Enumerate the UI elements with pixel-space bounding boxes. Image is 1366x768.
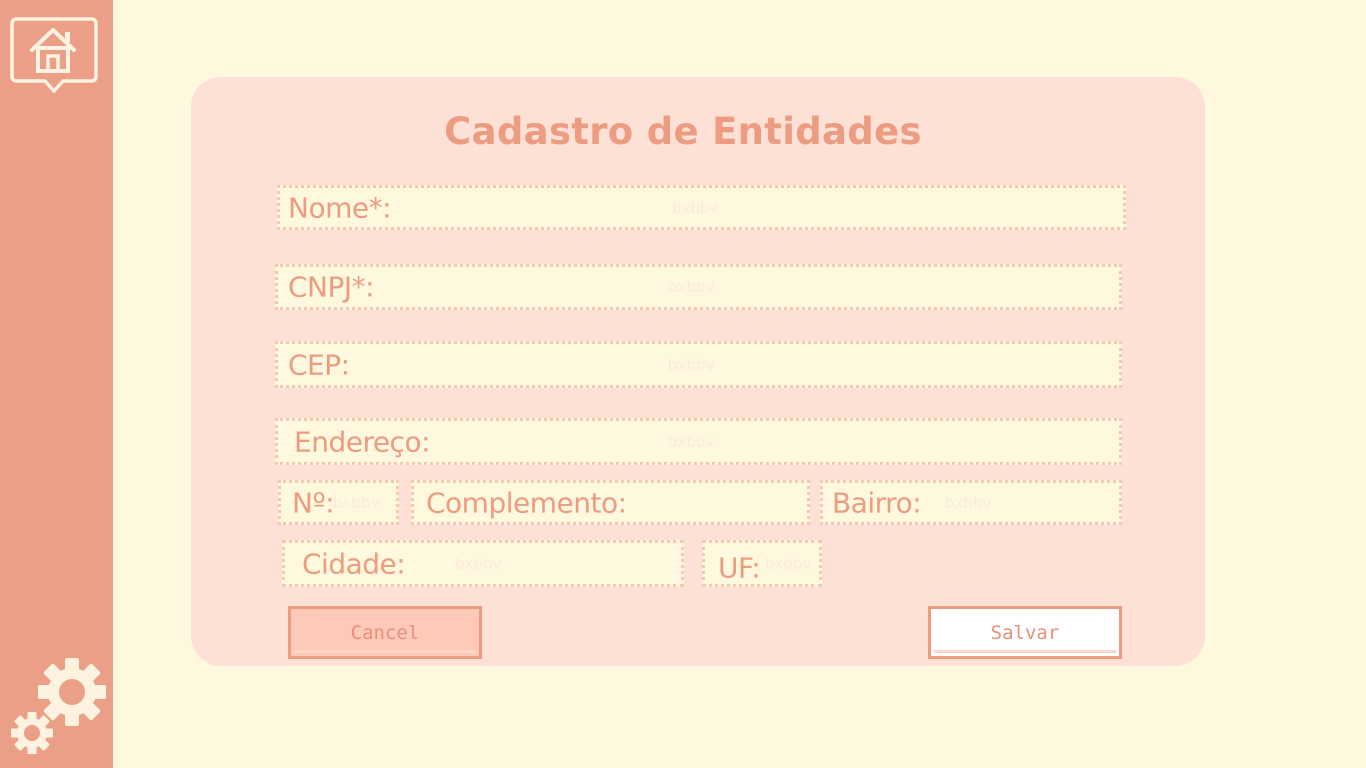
save-button[interactable]: Salvar xyxy=(928,606,1122,659)
numero-field: Nº: xyxy=(278,480,399,525)
numero-label: Nº: xyxy=(292,486,335,519)
complemento-label: Complemento: xyxy=(426,486,627,519)
page-title: Cadastro de Entidades xyxy=(444,110,922,153)
endereco-field: Endereço: xyxy=(275,418,1122,465)
bairro-label: Bairro: xyxy=(832,486,922,519)
uf-input[interactable] xyxy=(765,543,817,584)
bairro-input[interactable] xyxy=(945,483,1110,522)
cnpj-label: CNPJ*: xyxy=(288,270,375,304)
endereco-label: Endereço: xyxy=(294,425,431,458)
cidade-input[interactable] xyxy=(455,543,670,584)
cep-field: CEP: xyxy=(275,341,1122,388)
bairro-field: Bairro: xyxy=(820,480,1122,525)
uf-label: UF: xyxy=(718,551,761,585)
cnpj-input[interactable] xyxy=(668,267,1108,307)
cnpj-field: CNPJ*: xyxy=(275,264,1122,310)
complemento-field: Complemento: xyxy=(411,480,810,525)
endereco-input[interactable] xyxy=(668,421,1108,462)
cep-input[interactable] xyxy=(668,344,1108,385)
nome-label: Nome*: xyxy=(288,191,392,224)
save-button-label: Salvar xyxy=(990,621,1060,644)
complemento-input[interactable] xyxy=(650,483,800,522)
cidade-label: Cidade: xyxy=(302,547,406,580)
gears-icon[interactable] xyxy=(8,655,110,757)
nome-field: Nome*: xyxy=(277,185,1126,230)
cep-label: CEP: xyxy=(288,348,350,381)
nome-input[interactable] xyxy=(672,188,1112,227)
cancel-button-label: Cancel xyxy=(350,621,420,644)
home-icon[interactable] xyxy=(9,16,99,108)
cancel-button[interactable]: Cancel xyxy=(288,606,482,659)
numero-input[interactable] xyxy=(333,483,395,522)
cidade-field: Cidade: xyxy=(282,540,684,587)
uf-field: UF: xyxy=(702,540,822,587)
